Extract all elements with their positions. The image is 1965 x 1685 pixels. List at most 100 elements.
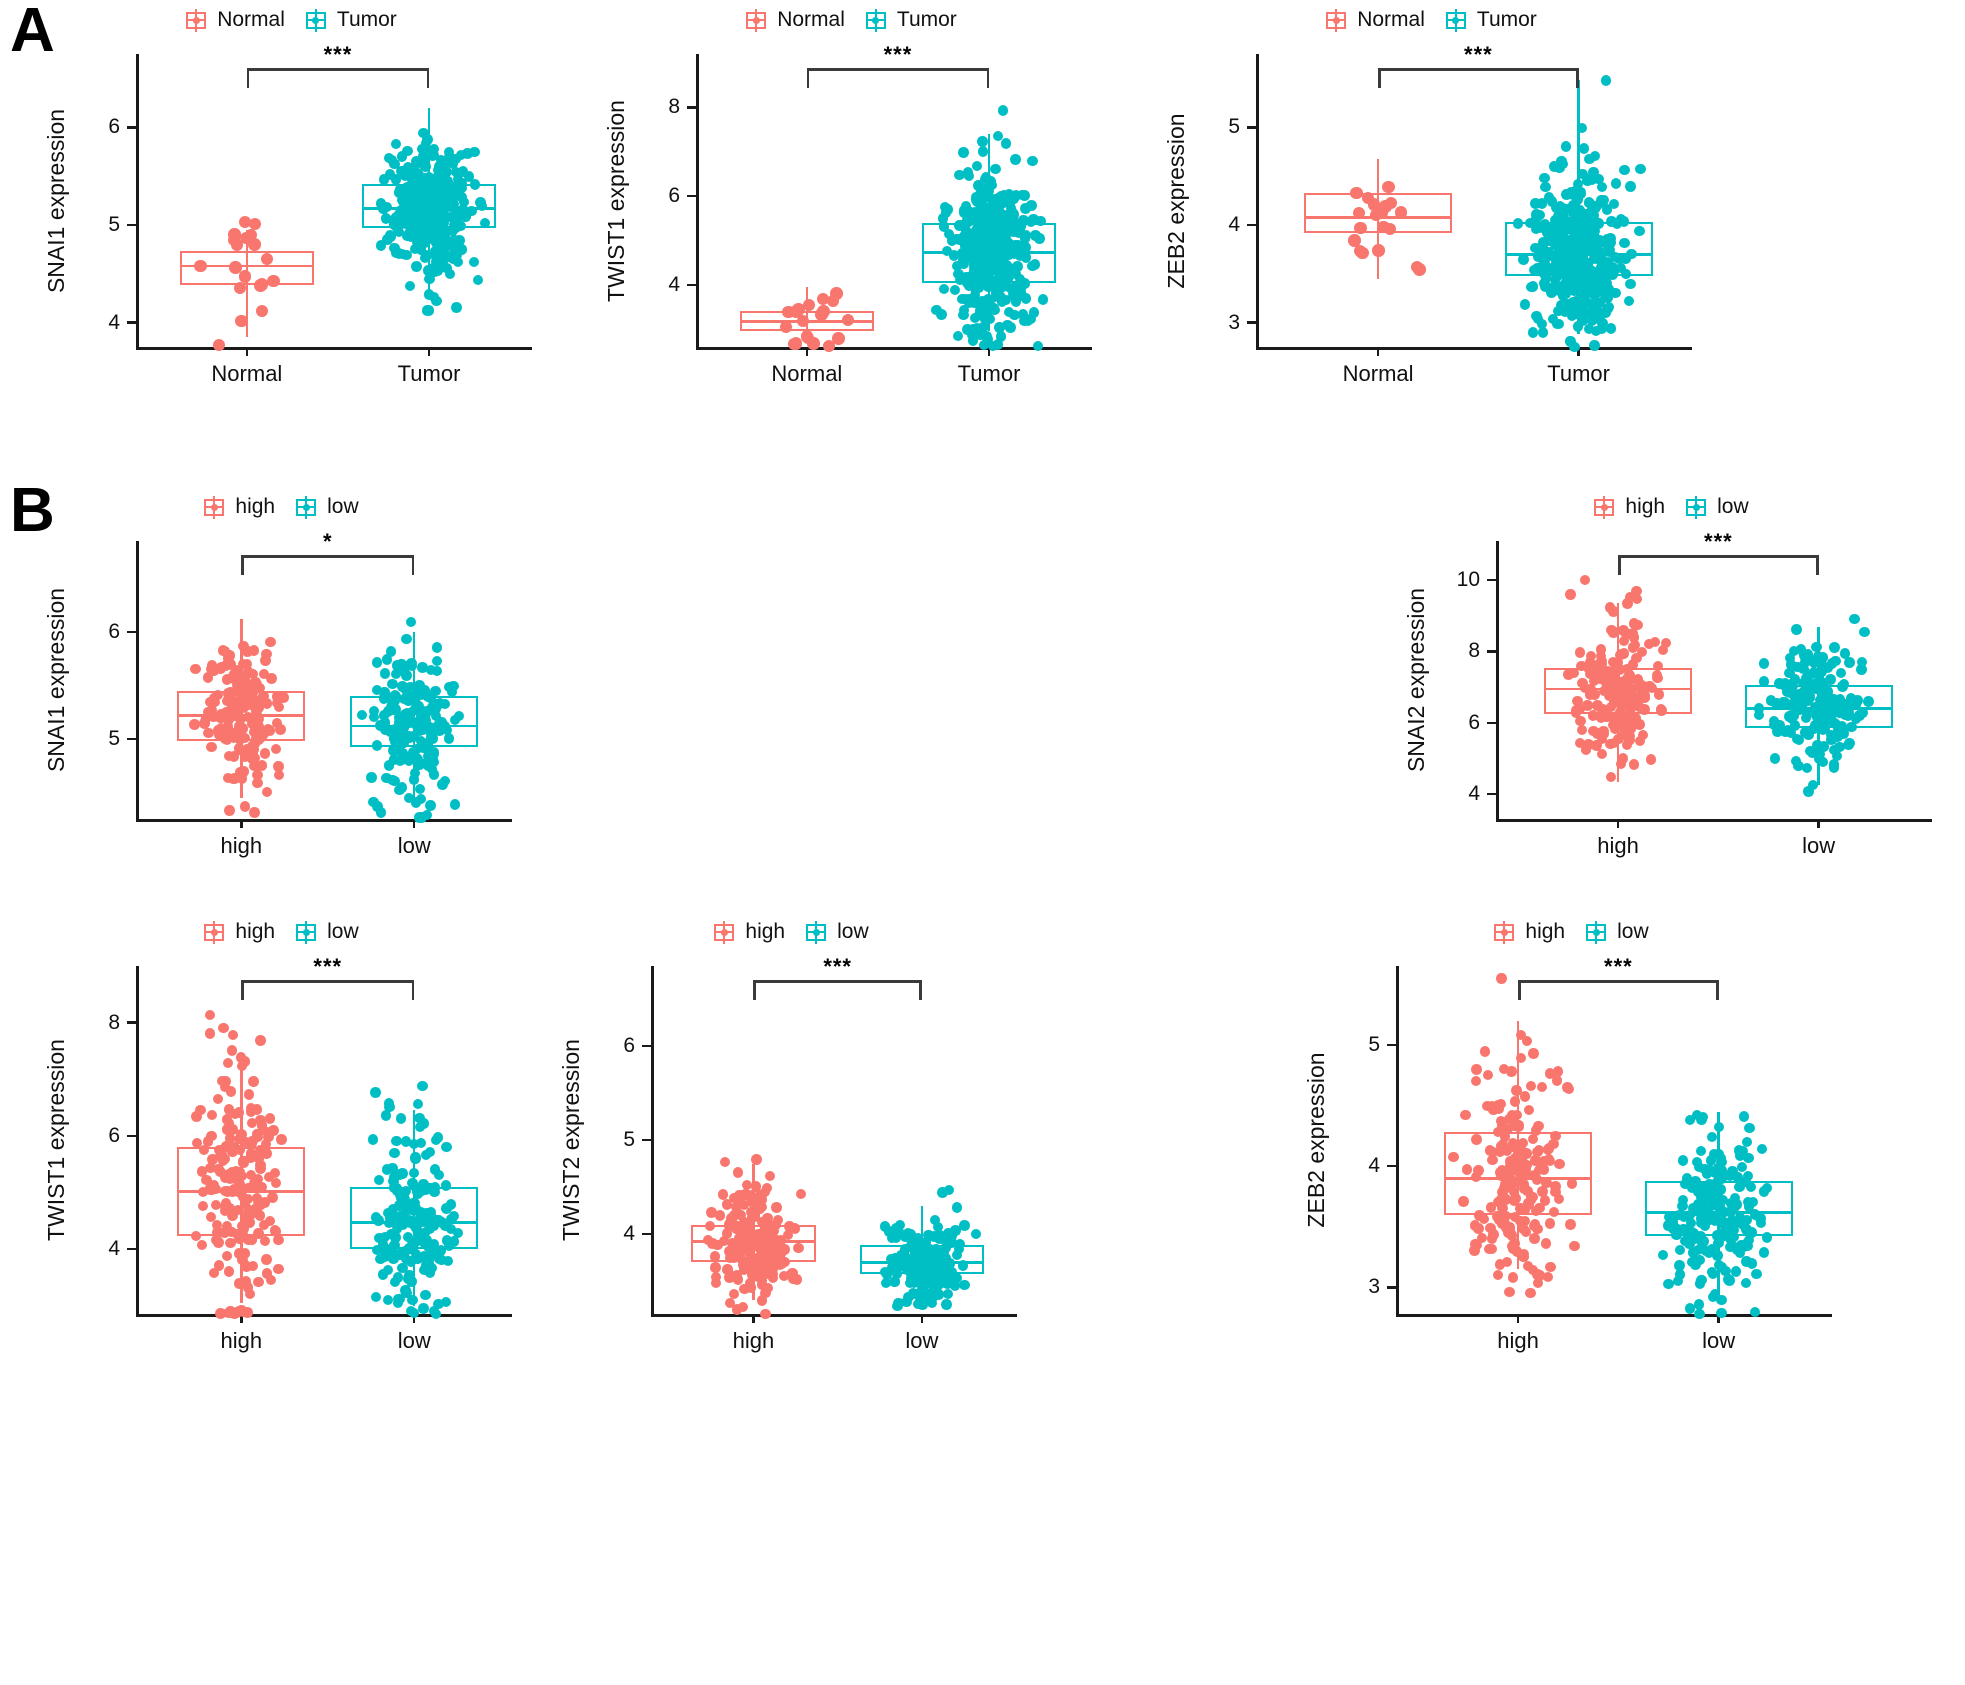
data-point	[212, 1093, 224, 1104]
data-point	[223, 1104, 235, 1115]
data-point	[1506, 1066, 1517, 1077]
box	[179, 251, 315, 286]
data-point	[1698, 1236, 1709, 1247]
data-point	[717, 1189, 729, 1200]
data-point	[889, 1276, 900, 1288]
y-axis-line	[1496, 541, 1499, 819]
y-axis-line	[136, 541, 139, 819]
boxplot-b3: high low 4 6 8 high low TWIST1 expression ***	[40, 920, 520, 1360]
data-point	[1829, 759, 1840, 770]
box	[1543, 667, 1693, 714]
data-point	[1684, 1238, 1695, 1250]
data-point	[1521, 1035, 1532, 1046]
data-point	[1471, 1064, 1482, 1075]
data-point	[1805, 745, 1816, 756]
data-point	[1486, 1101, 1498, 1112]
y-tick-mark	[127, 1247, 136, 1251]
data-point	[989, 305, 1000, 316]
data-point	[195, 1104, 206, 1116]
data-point	[1589, 340, 1600, 351]
data-point	[1844, 657, 1855, 668]
data-point	[252, 769, 263, 781]
data-point	[444, 268, 456, 279]
data-point	[227, 1029, 238, 1040]
data-point	[962, 167, 974, 178]
data-point	[1756, 1143, 1768, 1154]
data-point	[1596, 181, 1608, 192]
data-point	[260, 655, 271, 666]
data-point	[469, 146, 480, 157]
data-point	[206, 1109, 218, 1121]
data-point	[223, 1266, 235, 1277]
data-point	[379, 668, 391, 679]
significance-stars: ***	[1704, 529, 1733, 554]
y-tick-label: 4	[108, 310, 120, 334]
data-point	[1470, 1075, 1482, 1087]
data-point	[1621, 740, 1633, 751]
data-point	[959, 1279, 970, 1291]
axes-a1: 4 5 6 Normal Tumor SNAI1 expression ***	[40, 8, 540, 393]
data-point	[430, 1134, 442, 1146]
data-point	[401, 633, 412, 645]
data-point	[1485, 1222, 1496, 1234]
x-tick-label-low: low	[905, 1328, 939, 1353]
y-tick-mark	[1487, 650, 1496, 653]
data-point	[1595, 644, 1606, 655]
axes-b2: 4 6 8 10 high low SNAI2 expression ***	[1400, 495, 1940, 865]
data-point	[1540, 181, 1551, 193]
data-point	[926, 1297, 938, 1309]
significance-bracket	[1618, 555, 1819, 575]
data-point	[1801, 672, 1812, 684]
data-point	[396, 248, 408, 260]
data-point	[1758, 1247, 1770, 1258]
significance-stars: *	[322, 529, 333, 554]
data-point	[411, 261, 422, 272]
data-point	[1536, 1081, 1548, 1093]
data-point	[1631, 594, 1642, 605]
x-axis-line	[1396, 1314, 1832, 1317]
box	[1504, 221, 1653, 276]
data-point	[950, 1225, 961, 1236]
y-tick-mark	[1387, 1286, 1396, 1289]
data-point	[377, 1269, 388, 1280]
data-point	[1551, 1075, 1563, 1086]
data-point	[1540, 1238, 1552, 1249]
x-axis-line	[136, 819, 512, 822]
data-point	[719, 1156, 731, 1168]
data-point	[1552, 1066, 1564, 1077]
x-tick-label-low: low	[1802, 833, 1836, 858]
data-point	[1560, 141, 1572, 152]
data-point	[1672, 1276, 1684, 1287]
data-point	[1480, 1046, 1491, 1057]
data-point	[396, 754, 408, 765]
data-point	[1758, 658, 1770, 669]
y-tick-label: 6	[108, 619, 120, 643]
y-tick-label: 5	[1368, 1032, 1380, 1056]
data-point	[1553, 318, 1565, 330]
data-point	[977, 146, 988, 157]
data-point	[822, 339, 836, 353]
data-point	[710, 1262, 721, 1273]
data-point	[1525, 1287, 1536, 1299]
x-tick-mark	[920, 1314, 924, 1323]
box	[859, 1245, 985, 1274]
data-point	[1545, 1261, 1556, 1273]
x-tick-label-Normal: Normal	[1342, 361, 1414, 386]
median-line	[859, 1260, 985, 1264]
data-point	[204, 1010, 216, 1021]
data-point	[1707, 1131, 1718, 1143]
y-axis-label: SNAI1 expression	[43, 587, 69, 773]
y-tick-mark	[127, 630, 136, 634]
data-point	[203, 672, 214, 683]
data-point	[1825, 674, 1836, 685]
data-point	[958, 147, 969, 158]
data-point	[383, 760, 395, 771]
data-point	[389, 775, 400, 787]
data-point	[273, 770, 284, 781]
data-point	[404, 280, 415, 292]
data-point	[1674, 1260, 1685, 1271]
data-point	[787, 337, 801, 350]
y-tick-label: 10	[1456, 568, 1480, 592]
data-point	[384, 169, 396, 180]
median-line	[739, 319, 875, 323]
